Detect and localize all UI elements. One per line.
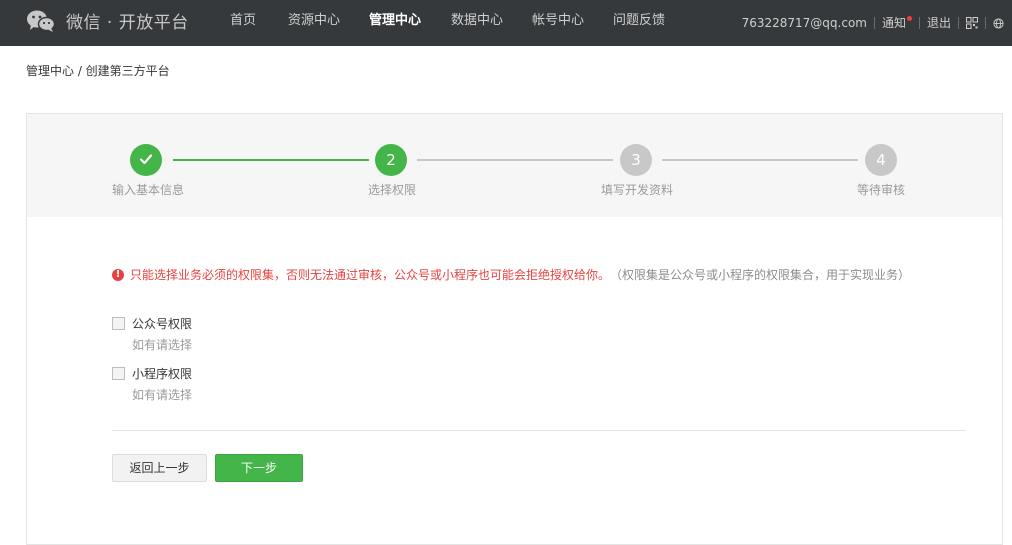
notice-label: 通知 bbox=[881, 16, 906, 30]
divider bbox=[112, 430, 966, 431]
step-3-label: 填写开发资料 bbox=[601, 183, 674, 197]
top-navigation-bar: 微信 · 开放平台 首页 资源中心 管理中心 数据中心 帐号中心 问题反馈 76… bbox=[0, 0, 1012, 46]
nav-account[interactable]: 帐号中心 bbox=[532, 0, 584, 46]
notice-link[interactable]: 通知 bbox=[882, 2, 912, 44]
step-1-label: 输入基本信息 bbox=[112, 183, 185, 197]
brand-name: 微信 · 开放平台 bbox=[66, 13, 189, 33]
step-connector-done bbox=[173, 159, 369, 161]
permission-label: 小程序权限 bbox=[132, 367, 193, 381]
mini-program-checkbox[interactable] bbox=[112, 367, 125, 380]
official-account-checkbox[interactable] bbox=[112, 317, 125, 330]
brand-logo[interactable]: 微信 · 开放平台 bbox=[26, 8, 189, 33]
main-card: 2 3 4 输入基本信息 选择权限 填写开发资料 等待审核 ! 只能选择业务必须… bbox=[26, 113, 1003, 545]
nav-feedback[interactable]: 问题反馈 bbox=[613, 0, 665, 46]
permission-hint: 如有请选择 bbox=[132, 388, 193, 402]
step-4-circle: 4 bbox=[865, 144, 897, 176]
next-button[interactable]: 下一步 bbox=[215, 454, 303, 482]
permission-option[interactable]: 公众号权限 bbox=[112, 315, 192, 332]
notice-dot-icon bbox=[906, 16, 912, 21]
separator bbox=[958, 17, 959, 29]
permission-group-official-account: 公众号权限 如有请选择 bbox=[112, 315, 192, 353]
permission-option[interactable]: 小程序权限 bbox=[112, 365, 192, 382]
nav-data[interactable]: 数据中心 bbox=[451, 0, 503, 46]
checkmark-icon bbox=[138, 151, 154, 169]
user-email[interactable]: 763228717@qq.com bbox=[742, 2, 867, 44]
permission-group-mini-program: 小程序权限 如有请选择 bbox=[112, 365, 192, 403]
step-4-label: 等待审核 bbox=[857, 183, 906, 197]
user-area: 763228717@qq.com 通知 退出 bbox=[742, 0, 1004, 46]
step-3-circle: 3 bbox=[620, 144, 652, 176]
warning-message: ! 只能选择业务必须的权限集，否则无法通过审核，公众号或小程序也可能会拒绝授权给… bbox=[112, 266, 910, 283]
nav-resources[interactable]: 资源中心 bbox=[288, 0, 340, 46]
stepper: 2 3 4 输入基本信息 选择权限 填写开发资料 等待审核 bbox=[27, 114, 1002, 217]
separator bbox=[873, 17, 875, 29]
back-button[interactable]: 返回上一步 bbox=[112, 454, 207, 482]
separator bbox=[985, 17, 986, 29]
nav-management[interactable]: 管理中心 bbox=[369, 0, 421, 46]
step-connector bbox=[417, 159, 613, 161]
permission-hint: 如有请选择 bbox=[132, 338, 193, 352]
step-2-label: 选择权限 bbox=[368, 183, 417, 197]
warning-icon: ! bbox=[112, 268, 124, 281]
logout-link[interactable]: 退出 bbox=[927, 2, 951, 44]
nav-home[interactable]: 首页 bbox=[230, 0, 256, 46]
qrcode-icon[interactable] bbox=[966, 17, 978, 29]
separator bbox=[918, 17, 920, 29]
wechat-logo-icon bbox=[26, 9, 56, 33]
step-1-circle bbox=[130, 144, 162, 176]
step-2-circle: 2 bbox=[375, 144, 407, 176]
warning-note: （权限集是公众号或小程序的权限集合，用于实现业务） bbox=[610, 268, 911, 282]
permission-label: 公众号权限 bbox=[132, 317, 193, 331]
warning-main: 只能选择业务必须的权限集，否则无法通过审核，公众号或小程序也可能会拒绝授权给你。 bbox=[130, 268, 611, 282]
globe-icon[interactable] bbox=[993, 17, 1004, 29]
breadcrumb: 管理中心 / 创建第三方平台 bbox=[26, 64, 170, 78]
step-connector bbox=[662, 159, 858, 161]
